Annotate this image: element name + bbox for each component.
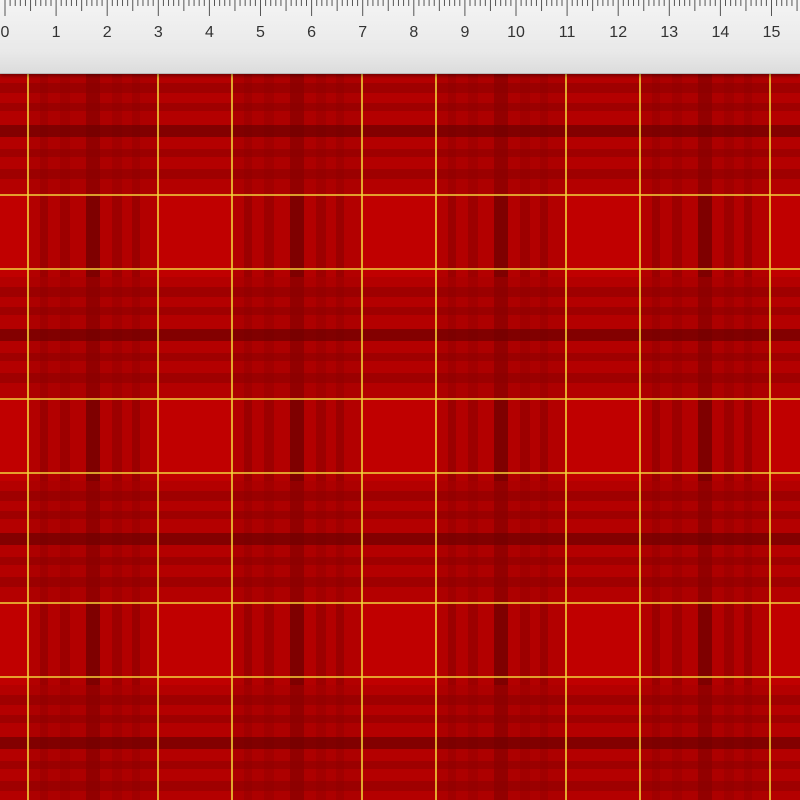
ruler-number-label: 12 [609, 24, 627, 41]
ruler-number-label: 11 [559, 24, 576, 41]
ruler-number-label: 2 [103, 24, 112, 41]
horizontal-stripe [0, 715, 800, 723]
ruler-number-label: 15 [763, 24, 781, 41]
horizontal-stripe [0, 353, 800, 361]
ruler-scale: 0 1 2 3 4 5 6 7 8 9 10 11 12 13 14 15 [1, 0, 798, 41]
horizontal-stripe [0, 761, 800, 769]
horizontal-stripe [0, 695, 800, 705]
ruler-number-label: 5 [256, 24, 265, 41]
measuring-ruler: 0 1 2 3 4 5 6 7 8 9 10 11 12 13 14 15 [0, 0, 800, 74]
horizontal-stripe [0, 577, 800, 587]
horizontal-stripe [0, 169, 800, 179]
ruler-number-label: 10 [507, 24, 525, 41]
horizontal-stripe [0, 83, 800, 93]
ruler-number-label: 8 [409, 24, 418, 41]
ruler-number-label: 4 [205, 24, 214, 41]
ruler-number-label: 7 [358, 24, 367, 41]
ruler-number-label: 6 [307, 24, 316, 41]
horizontal-stripe [0, 491, 800, 501]
horizontal-stripe [0, 307, 800, 315]
horizontal-stripe [0, 103, 800, 111]
horizontal-stripe [0, 781, 800, 791]
horizontal-stripe [0, 533, 800, 545]
horizontal-stripe [0, 329, 800, 341]
horizontal-stripe [0, 287, 800, 297]
plaid-fabric-swatch [0, 73, 800, 800]
ruler-number-label: 0 [1, 24, 10, 41]
ruler-number-label: 1 [52, 24, 61, 41]
horizontal-stripe [0, 125, 800, 137]
horizontal-stripe [0, 737, 800, 749]
horizontal-stripe [0, 373, 800, 383]
ruler-number-label: 13 [660, 24, 678, 41]
ruler-number-label: 9 [460, 24, 469, 41]
ruler-number-label: 14 [712, 24, 730, 41]
horizontal-stripe [0, 557, 800, 565]
horizontal-stripe [0, 149, 800, 157]
ruler-number-label: 3 [154, 24, 163, 41]
horizontal-stripe [0, 511, 800, 519]
